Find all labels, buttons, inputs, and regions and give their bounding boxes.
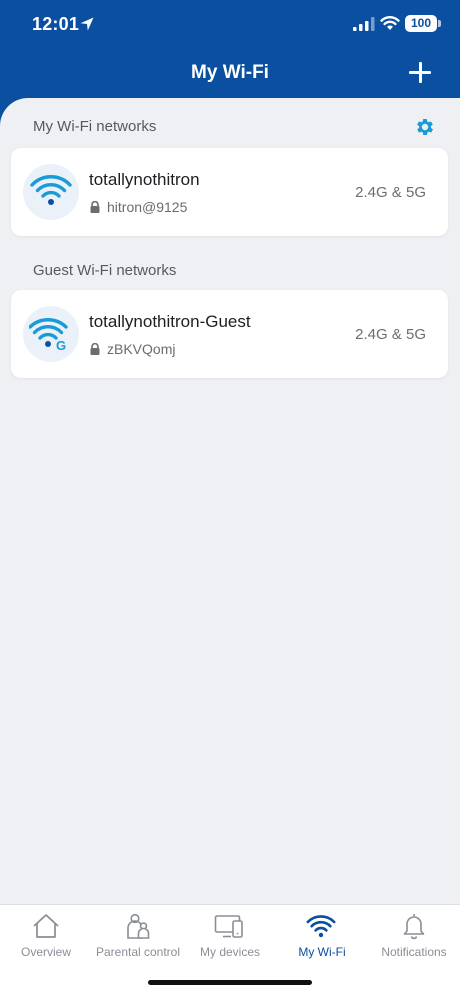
network-name: totallynothitron: [89, 170, 200, 189]
network-band: 2.4G & 5G: [355, 326, 426, 343]
tab-notifications[interactable]: Notifications: [368, 905, 460, 967]
wifi-icon: [306, 915, 336, 938]
network-password-text: zBKVQomj: [107, 341, 176, 357]
tab-label: Parental control: [95, 945, 181, 959]
tab-label: My devices: [199, 945, 261, 959]
network-password: zBKVQomj: [89, 341, 175, 357]
tab-my-devices[interactable]: My devices: [184, 905, 276, 967]
wifi-icon: [23, 164, 79, 220]
status-time: 12:01: [32, 14, 80, 34]
status-bar: 12:01 100: [0, 0, 460, 50]
bell-icon: [403, 914, 425, 940]
add-network-button[interactable]: [408, 60, 432, 84]
battery-indicator: 100: [405, 15, 441, 32]
tab-overview[interactable]: Overview: [0, 905, 92, 967]
section-title-guest-networks: Guest Wi-Fi networks: [33, 262, 177, 279]
home-indicator: [148, 980, 312, 985]
tab-my-wifi[interactable]: My Wi-Fi: [276, 905, 368, 967]
tab-label: My Wi-Fi: [298, 945, 346, 959]
wifi-guest-icon: G: [23, 306, 79, 362]
tab-label: Notifications: [381, 945, 447, 959]
cellular-signal-icon: [353, 17, 375, 31]
svg-text:G: G: [56, 338, 66, 353]
network-name: totallynothitron-Guest: [89, 312, 251, 331]
devices-icon: [214, 915, 243, 938]
network-password-text: hitron@9125: [107, 199, 188, 215]
location-arrow-icon: [80, 17, 94, 31]
home-icon: [33, 914, 59, 938]
lock-icon: [90, 343, 100, 355]
gear-icon[interactable]: [414, 116, 436, 138]
parental-control-icon: [127, 913, 150, 939]
network-password: hitron@9125: [89, 199, 187, 215]
network-band: 2.4G & 5G: [355, 184, 426, 201]
tab-parental-control[interactable]: Parental control: [92, 905, 184, 967]
network-card-main[interactable]: totallynothitron hitron@9125 2.4G & 5G: [11, 148, 448, 236]
wifi-status-icon: [380, 16, 400, 30]
section-title-my-networks: My Wi-Fi networks: [33, 118, 157, 135]
network-card-guest[interactable]: G totallynothitron-Guest zBKVQomj 2.4G &…: [11, 290, 448, 378]
tab-label: Overview: [20, 945, 71, 959]
page-title: My Wi-Fi: [191, 62, 269, 83]
lock-icon: [90, 201, 100, 213]
